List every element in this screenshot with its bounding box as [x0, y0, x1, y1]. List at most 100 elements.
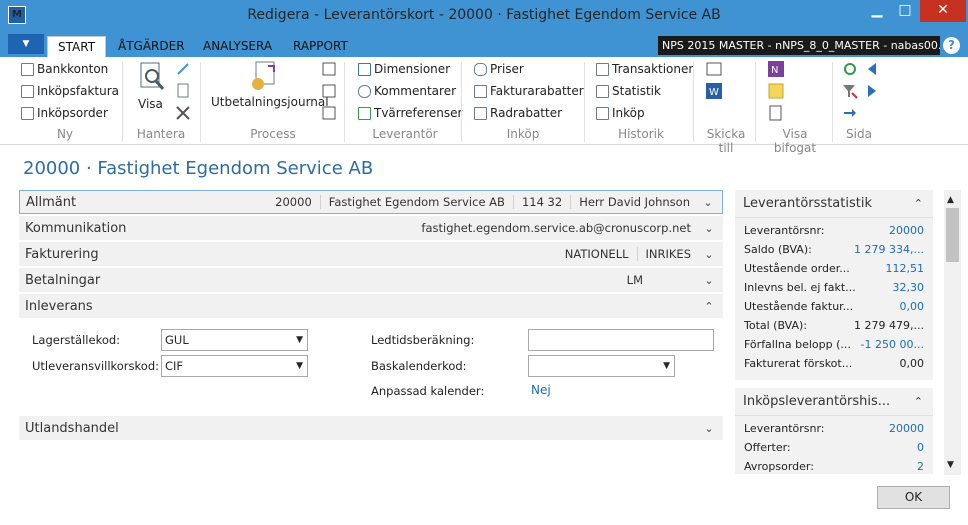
ribbon-separator	[461, 62, 462, 142]
dimensioner-button[interactable]: Dimensioner	[358, 59, 450, 79]
chevron-down-icon: ⌄	[704, 247, 714, 261]
ribbon-separator	[584, 62, 585, 142]
stat-row: Total (BVA): 1 279 479,...	[744, 319, 924, 332]
inkopsfaktura-button[interactable]: Inköpsfaktura	[21, 81, 119, 101]
view-document-icon	[140, 62, 165, 90]
factbox-title: Inköpsleverantörshis...	[743, 394, 891, 409]
svg-text:N: N	[771, 65, 778, 76]
page-title: 20000 · Fastighet Egendom Service AB	[23, 158, 374, 179]
factbox-leverantorsstatistik: Leverantörsstatistik ⌃ Leverantörsnr: 2000…	[735, 190, 933, 380]
fasttab-fakturering[interactable]: Fakturering NATIONELL INRIKES ⌄	[19, 242, 723, 266]
close-button[interactable]: ✕	[920, 0, 966, 22]
maximize-button[interactable]: □	[890, 0, 920, 22]
statistics-icon	[596, 84, 609, 98]
chevron-up-icon: ⌃	[704, 299, 714, 313]
transaktioner-button[interactable]: Transaktioner	[596, 59, 693, 79]
send-onenote-icon[interactable]	[706, 61, 722, 80]
go-to-icon[interactable]	[842, 105, 858, 124]
stat-row: Leverantörsnr: 20000	[744, 224, 924, 237]
utbetalningsjournal-button[interactable]: Utbetalningsjournal	[211, 60, 329, 109]
vendor-name-value: Fastighet Egendom Service AB	[319, 195, 513, 209]
group-label-process: Process	[250, 127, 296, 141]
inkopsorder-button[interactable]: Inköpsorder	[21, 103, 108, 123]
edit-icon[interactable]	[176, 62, 190, 79]
group-label-leverantor: Leverantör	[372, 127, 438, 141]
lagerstallekod-select[interactable]: GUL ▼	[161, 329, 308, 351]
invoice-discount-icon	[474, 84, 487, 98]
scrollbar-thumb[interactable]	[946, 208, 959, 262]
help-icon[interactable]: ?	[943, 37, 960, 54]
stat-row: Fakturerat förskot... 0,00	[744, 357, 924, 370]
application-menu-button[interactable]: ▼	[8, 34, 44, 54]
ok-button[interactable]: OK	[877, 486, 950, 509]
history-row: Leverantörsnr: 20000	[744, 422, 924, 435]
tab-atgarder[interactable]: ÅTGÄRDER	[108, 36, 195, 57]
copy-icon[interactable]	[322, 106, 336, 123]
navigate-icon[interactable]	[322, 62, 336, 79]
scroll-up-icon[interactable]: ▲	[947, 195, 954, 205]
group-label-hantera: Hantera	[136, 127, 186, 141]
priser-button[interactable]: Priser	[474, 59, 524, 79]
statistik-button[interactable]: Statistik	[596, 81, 661, 101]
new-icon[interactable]	[176, 83, 190, 101]
factbox-inkopsleverantorshistorik: Inköpsleverantörshis... ⌃ Leverantörsnr: 2…	[735, 388, 933, 474]
tab-start[interactable]: START	[47, 36, 107, 58]
payment-method-value: LM	[626, 273, 643, 287]
window-title: Redigera - Leverantörskort - 20000 · Fas…	[247, 7, 721, 23]
chevron-down-icon: ▼	[663, 361, 670, 371]
contact-value: Herr David Johnson	[570, 195, 698, 209]
clear-filter-icon[interactable]	[842, 83, 858, 102]
group-label-ny: Ny	[56, 127, 74, 141]
inkop-history-button[interactable]: Inköp	[596, 103, 645, 123]
fasttab-inleverans[interactable]: Inleverans ⌃	[19, 294, 723, 318]
refresh-icon[interactable]	[842, 61, 858, 80]
anpassad-kalender-link[interactable]: Nej	[531, 383, 551, 397]
group-label-inkop: Inköp	[506, 127, 540, 141]
ribbon-separator	[344, 62, 345, 142]
line-discount-icon	[474, 106, 487, 120]
fasttab-betalningar[interactable]: Betalningar LM ⌄	[19, 268, 723, 292]
minimize-button[interactable]: ▁	[862, 0, 892, 22]
visa-button[interactable]: Visa	[138, 62, 166, 111]
tvarreferenser-button[interactable]: Tvärreferenser	[358, 103, 462, 123]
radrabatter-button[interactable]: Radrabatter	[474, 103, 562, 123]
stat-row: Utestående faktur... 0,00	[744, 300, 924, 313]
fasttab-allmant[interactable]: Allmänt 20000 Fastighet Egendom Service …	[19, 190, 723, 214]
utleveransvillkorskod-label: Utleveransvillkorskod:	[32, 359, 159, 373]
links-icon[interactable]	[768, 105, 784, 124]
list-icon[interactable]	[322, 84, 336, 101]
gen-bus-posting-group-value: NATIONELL	[564, 247, 629, 261]
bankkonton-button[interactable]: Bankkonton	[21, 59, 108, 79]
kommentarer-button[interactable]: Kommentarer	[358, 81, 456, 101]
vendor-posting-group-value: INRIKES	[636, 247, 699, 261]
word-icon[interactable]: W	[706, 83, 722, 102]
scroll-down-icon[interactable]: ▼	[947, 460, 954, 470]
onenote-icon[interactable]: N	[768, 61, 784, 80]
ledtidsberakning-field[interactable]	[528, 329, 714, 351]
previous-icon[interactable]	[866, 61, 878, 80]
payment-journal-icon	[252, 61, 275, 90]
baskalenderkod-select[interactable]: ▼	[528, 355, 675, 377]
tab-rapport[interactable]: RAPPORT	[283, 36, 358, 57]
chevron-down-icon: ▼	[296, 361, 303, 371]
chevron-down-icon: ⌄	[704, 273, 714, 287]
svg-text:W: W	[709, 87, 719, 98]
fasttab-utlandshandel[interactable]: Utlandshandel ⌄	[19, 416, 723, 440]
ribbon-separator	[693, 62, 694, 142]
utleveransvillkorskod-select[interactable]: CIF ▼	[161, 355, 308, 377]
fasttab-kommunikation[interactable]: Kommunikation fastighet.egendom.service.…	[19, 216, 723, 240]
cross-reference-icon	[358, 106, 371, 120]
ledger-entries-icon	[596, 62, 609, 76]
fakturarabatter-button[interactable]: Fakturarabatter	[474, 81, 584, 101]
bank-icon	[21, 62, 34, 76]
stat-row: Inlevns bel. ej fakt... 32,30	[744, 281, 924, 294]
purchase-history-icon	[596, 106, 609, 120]
history-row: Offerter: 0	[744, 441, 924, 454]
next-icon[interactable]	[866, 83, 878, 102]
notes-icon[interactable]	[768, 83, 784, 102]
tab-analysera[interactable]: ANALYSERA	[193, 36, 282, 57]
delete-icon[interactable]	[175, 105, 191, 124]
factbox-scrollbar[interactable]: ▲ ▼	[944, 190, 961, 475]
invoice-icon	[21, 84, 34, 98]
post-code-value: 114 32	[512, 195, 570, 209]
